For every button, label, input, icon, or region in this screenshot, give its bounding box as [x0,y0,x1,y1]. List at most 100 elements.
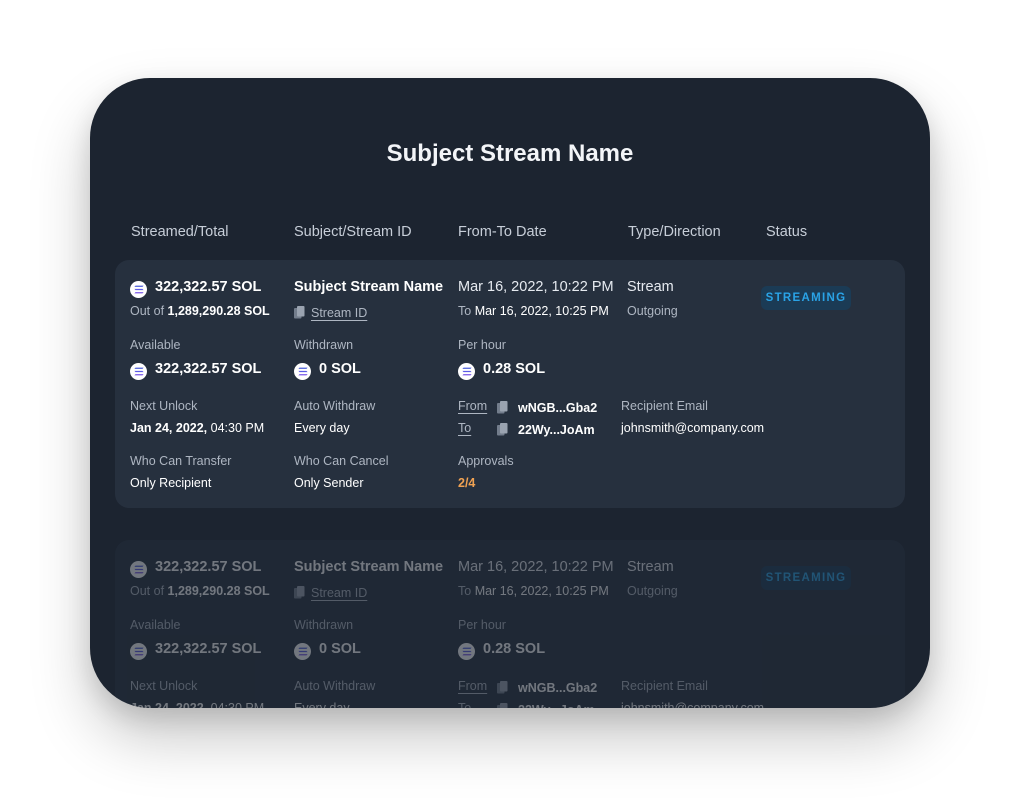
sol-token-icon [294,363,311,380]
sol-token-icon [130,561,147,578]
to-address-value: 22Wy...JoAm [518,423,595,437]
to-date-label: To [458,584,472,598]
per-hour-label: Per hour [458,618,506,632]
stream-type: Stream [627,559,674,575]
available-label: Available [130,338,181,352]
available-amount: 322,322.57 SOL [130,641,261,660]
stream-direction: Outgoing [627,304,678,318]
sol-token-icon [294,643,311,660]
withdrawn-amount-value: 0 SOL [319,361,361,377]
recipient-email-label: Recipient Email [621,679,708,693]
withdrawn-amount-value: 0 SOL [319,641,361,657]
per-hour-amount: 0.28 SOL [458,641,545,660]
from-date: Mar 16, 2022, 10:22 PM [458,559,614,575]
sol-token-icon [458,643,475,660]
status-badge: STREAMING [761,286,851,310]
sol-token-icon [130,363,147,380]
per-hour-amount: 0.28 SOL [458,361,545,380]
next-unlock-date: Jan 24, 2022, [130,421,208,435]
column-header-type-direction: Type/Direction [628,224,721,240]
stream-direction: Outgoing [627,584,678,598]
copy-icon[interactable] [497,401,508,414]
next-unlock-label: Next Unlock [130,679,198,693]
auto-withdraw-value: Every day [294,421,350,435]
recipient-email-label: Recipient Email [621,399,708,413]
available-amount-value: 322,322.57 SOL [155,641,262,657]
stream-id-link[interactable]: Stream ID [311,586,367,600]
auto-withdraw-label: Auto Withdraw [294,679,376,693]
next-unlock-value: Jan 24, 2022, 04:30 PM [130,701,264,708]
per-hour-amount-value: 0.28 SOL [483,361,546,377]
streamed-amount: 322,322.57 SOL [130,559,261,578]
from-link[interactable]: From [458,399,487,413]
recipient-email-value: johnsmith@company.com [621,701,765,708]
auto-withdraw-value: Every day [294,701,350,708]
to-date: To Mar 16, 2022, 10:25 PM [458,584,609,598]
from-address: wNGB...Gba2 [497,679,597,697]
next-unlock-time: 04:30 PM [210,701,265,708]
recipient-email-value: johnsmith@company.com [621,421,765,435]
stage: Subject Stream Name Streamed/Total Subje… [0,0,1020,810]
who-can-cancel-label: Who Can Cancel [294,454,389,468]
next-unlock-label: Next Unlock [130,399,198,413]
copy-icon[interactable] [294,306,305,319]
to-address: 22Wy...JoAm [497,421,595,439]
next-unlock-date: Jan 24, 2022, [130,701,208,708]
out-of-label: Out of [130,584,165,598]
from-address: wNGB...Gba2 [497,399,597,417]
available-amount-value: 322,322.57 SOL [155,361,262,377]
total-amount-value: 1,289,290.28 SOL [167,304,270,318]
to-link[interactable]: To [458,701,471,708]
copy-icon[interactable] [497,703,508,708]
available-amount: 322,322.57 SOL [130,361,261,380]
stream-card[interactable]: 322,322.57 SOL Out of 1,289,290.28 SOL S… [115,540,905,708]
stream-id-link[interactable]: Stream ID [311,306,367,320]
stream-id-row: Stream ID [294,584,367,602]
out-of-label: Out of [130,304,165,318]
from-link[interactable]: From [458,679,487,693]
to-date-label: To [458,304,472,318]
withdrawn-label: Withdrawn [294,618,354,632]
approvals-label: Approvals [458,454,514,468]
page-title: Subject Stream Name [386,140,634,167]
approvals-value: 2/4 [458,476,476,490]
withdrawn-label: Withdrawn [294,338,354,352]
per-hour-amount-value: 0.28 SOL [483,641,546,657]
from-date: Mar 16, 2022, 10:22 PM [458,279,614,295]
stream-subject: Subject Stream Name [294,559,444,575]
from-address-value: wNGB...Gba2 [518,681,598,695]
to-date: To Mar 16, 2022, 10:25 PM [458,304,609,318]
stream-subject: Subject Stream Name [294,279,444,295]
status-badge: STREAMING [761,566,851,590]
copy-icon[interactable] [497,681,508,694]
next-unlock-value: Jan 24, 2022, 04:30 PM [130,421,264,435]
who-can-transfer-label: Who Can Transfer [130,454,232,468]
column-header-subject-stream-id: Subject/Stream ID [294,224,412,240]
sol-token-icon [458,363,475,380]
total-amount-value: 1,289,290.28 SOL [167,584,270,598]
streamed-amount-value: 322,322.57 SOL [155,279,262,295]
per-hour-label: Per hour [458,338,506,352]
withdrawn-amount: 0 SOL [294,361,361,380]
sol-token-icon [130,281,147,298]
available-label: Available [130,618,181,632]
who-can-cancel-value: Only Sender [294,476,364,490]
to-date-value: Mar 16, 2022, 10:25 PM [474,304,609,318]
total-amount: Out of 1,289,290.28 SOL [130,304,270,318]
stream-card[interactable]: 322,322.57 SOL Out of 1,289,290.28 SOL S… [115,260,905,508]
who-can-transfer-value: Only Recipient [130,476,212,490]
to-link[interactable]: To [458,421,471,435]
column-header-streamed-total: Streamed/Total [131,224,229,240]
copy-icon[interactable] [497,423,508,436]
to-date-value: Mar 16, 2022, 10:25 PM [474,584,609,598]
next-unlock-time: 04:30 PM [210,421,265,435]
column-header-status: Status [766,224,808,240]
to-address-value: 22Wy...JoAm [518,703,595,708]
streamed-amount-value: 322,322.57 SOL [155,559,262,575]
streams-panel: Subject Stream Name Streamed/Total Subje… [90,78,930,708]
copy-icon[interactable] [294,586,305,599]
to-address: 22Wy...JoAm [497,701,595,708]
column-header-from-to-date: From-To Date [458,224,547,240]
stream-type: Stream [627,279,674,295]
total-amount: Out of 1,289,290.28 SOL [130,584,270,598]
